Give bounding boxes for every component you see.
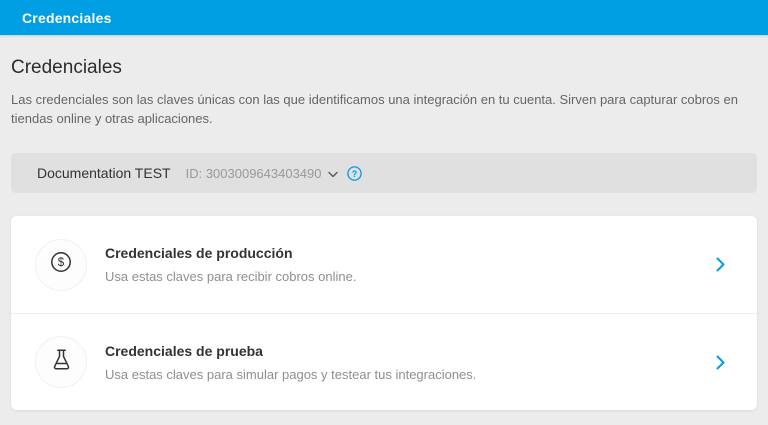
row-title: Credenciales de producción — [105, 245, 356, 261]
chevron-right-icon — [716, 257, 725, 272]
svg-text:$: $ — [58, 257, 65, 269]
dollar-coin-icon: $ — [49, 250, 73, 279]
row-title: Credenciales de prueba — [105, 343, 476, 359]
avatar — [35, 336, 87, 388]
application-selector[interactable]: Documentation TEST ID: 3003009643403490 … — [11, 153, 757, 193]
svg-text:?: ? — [351, 169, 357, 179]
row-subtitle: Usa estas claves para simular pagos y te… — [105, 367, 476, 382]
app-bar-title: Credenciales — [22, 10, 112, 26]
chevron-down-icon — [328, 171, 338, 178]
help-icon[interactable]: ? — [347, 166, 362, 181]
main-content: Credenciales Las credenciales son las cl… — [0, 57, 768, 410]
row-text: Credenciales de prueba Usa estas claves … — [105, 343, 476, 382]
flask-icon — [51, 348, 72, 376]
chevron-right-icon — [716, 355, 725, 370]
page-description: Las credenciales son las claves únicas c… — [11, 90, 751, 128]
page-title: Credenciales — [11, 57, 757, 79]
avatar: $ — [35, 239, 87, 291]
row-text: Credenciales de producción Usa estas cla… — [105, 245, 356, 284]
credentials-card: $ Credenciales de producción Usa estas c… — [11, 216, 757, 410]
application-id[interactable]: ID: 3003009643403490 — [186, 166, 338, 181]
row-subtitle: Usa estas claves para recibir cobros onl… — [105, 269, 356, 284]
test-credentials-row[interactable]: Credenciales de prueba Usa estas claves … — [11, 313, 757, 410]
application-id-label: ID: 3003009643403490 — [186, 166, 322, 181]
application-name: Documentation TEST — [37, 165, 171, 181]
app-bar: Credenciales — [0, 0, 768, 35]
production-credentials-row[interactable]: $ Credenciales de producción Usa estas c… — [11, 216, 757, 313]
